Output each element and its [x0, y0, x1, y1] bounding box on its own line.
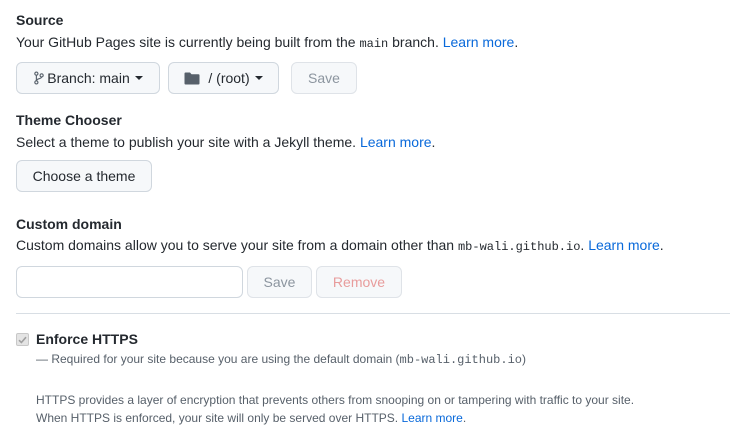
theme-desc-text: Select a theme to publish your site with… [16, 134, 360, 150]
custom-domain-learn-more-link[interactable]: Learn more [588, 237, 660, 253]
https-info-line-1: HTTPS provides a layer of encryption tha… [36, 393, 635, 407]
theme-learn-more-link[interactable]: Learn more [360, 134, 432, 150]
source-description: Your GitHub Pages site is currently bein… [16, 34, 518, 51]
https-info-line-2: When HTTPS is enforced, your site will o… [36, 411, 466, 425]
chevron-down-icon [134, 76, 143, 80]
choose-theme-button[interactable]: Choose a theme [16, 160, 152, 192]
source-learn-more-link[interactable]: Learn more [443, 34, 515, 50]
chevron-down-icon [254, 76, 263, 80]
source-desc-text-after: branch. [388, 34, 443, 50]
custom-domain-heading: Custom domain [16, 216, 122, 232]
folder-select-label: / (root) [208, 70, 250, 86]
custom-domain-desc-trailing: . [659, 237, 664, 253]
source-branch-code: main [359, 37, 389, 51]
custom-domain-code: mb-wali.github.io [457, 240, 581, 254]
theme-heading: Theme Chooser [16, 112, 122, 128]
https-note-text: — Required for your site because you are… [36, 352, 400, 366]
custom-domain-description: Custom domains allow you to serve your s… [16, 237, 664, 254]
section-divider [16, 313, 730, 314]
enforce-https-checkbox[interactable] [16, 333, 29, 346]
https-info-trailing: . [462, 411, 467, 425]
source-save-button[interactable]: Save [291, 62, 357, 94]
https-note-after: ) [521, 352, 526, 366]
source-heading: Source [16, 12, 64, 28]
source-desc-trailing: . [514, 34, 519, 50]
custom-domain-remove-button[interactable]: Remove [316, 266, 402, 298]
custom-domain-save-button[interactable]: Save [247, 266, 312, 298]
theme-desc-trailing: . [431, 134, 436, 150]
custom-domain-desc-text: Custom domains allow you to serve your s… [16, 237, 458, 253]
enforce-https-label: Enforce HTTPS [36, 331, 138, 347]
https-learn-more-link[interactable]: Learn more [401, 411, 462, 425]
git-branch-icon [33, 71, 45, 85]
https-note-code: mb-wali.github.io [399, 353, 522, 367]
branch-select-button[interactable]: Branch: main [16, 62, 160, 94]
theme-description: Select a theme to publish your site with… [16, 134, 435, 150]
enforce-https-note: — Required for your site because you are… [36, 352, 526, 367]
https-info-text: When HTTPS is enforced, your site will o… [36, 411, 402, 425]
folder-icon [184, 72, 200, 85]
custom-domain-input[interactable] [16, 266, 243, 298]
folder-select-button[interactable]: / (root) [168, 62, 279, 94]
source-desc-text: Your GitHub Pages site is currently bein… [16, 34, 360, 50]
check-icon [18, 336, 27, 344]
branch-select-label: Branch: main [47, 70, 130, 86]
